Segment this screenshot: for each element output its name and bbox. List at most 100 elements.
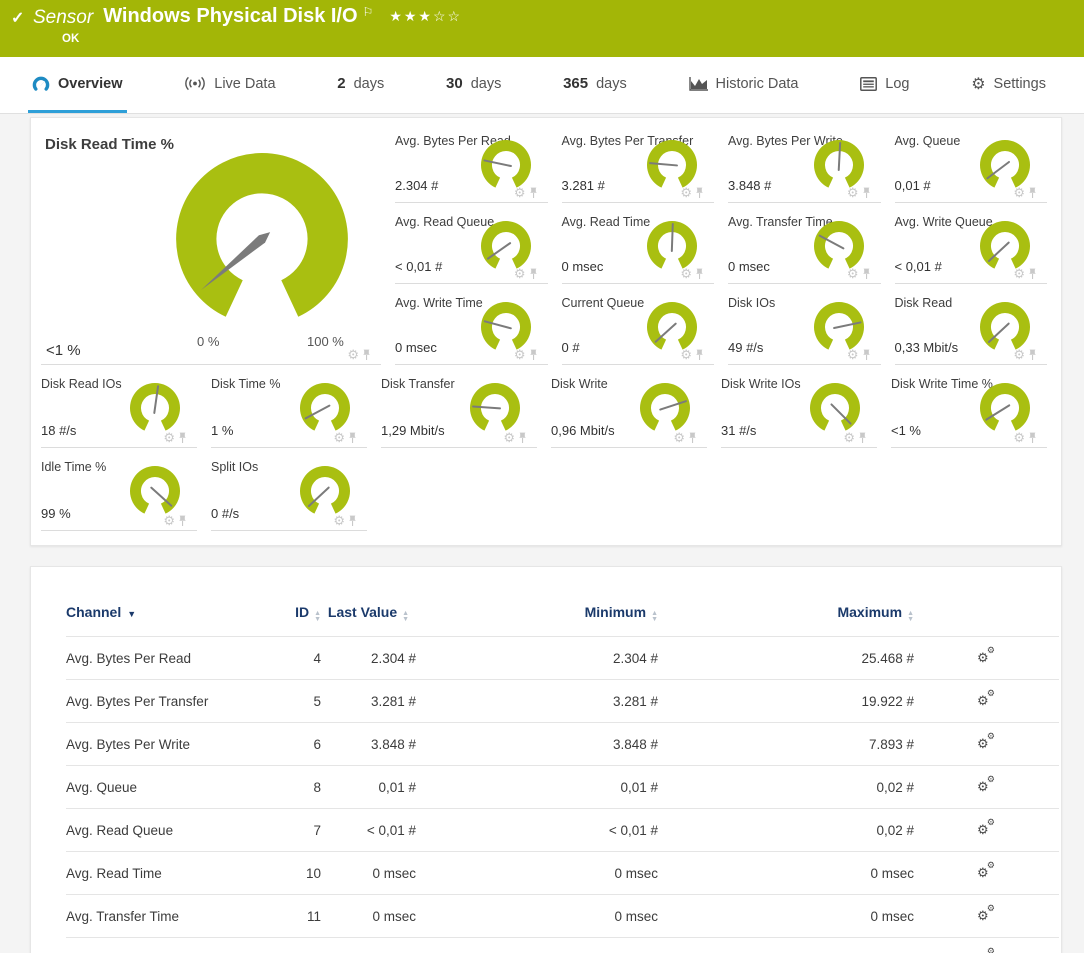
channel-settings-icon[interactable]: ⚙ ⚙ [977,863,996,880]
gauge-settings-gear-icon[interactable]: ⚙ [514,349,526,361]
gauge-tile-avg-bytes-per-read[interactable]: Avg. Bytes Per Read 2.304 # ⚙ [395,122,548,203]
pin-icon[interactable] [695,187,704,199]
pin-icon[interactable] [862,349,871,361]
tab-overview[interactable]: Overview [28,57,127,113]
pin-icon[interactable] [695,268,704,280]
gauge-settings-gear-icon[interactable]: ⚙ [333,515,345,527]
tab-live-data[interactable]: Live Data [180,57,279,113]
gauge-tile-disk-read-ios[interactable]: Disk Read IOs 18 #/s ⚙ [41,365,197,448]
gauge-settings-gear-icon[interactable]: ⚙ [1013,349,1025,361]
gauge-tile-disk-time-[interactable]: Disk Time % 1 % ⚙ [211,365,367,448]
tab-30-days[interactable]: 30 days [442,57,505,113]
flag-icon[interactable]: ⚐ [363,5,374,19]
gauge-tile-avg-read-time[interactable]: Avg. Read Time 0 msec ⚙ [562,203,715,284]
channel-name[interactable]: Avg. Bytes Per Write [66,723,281,766]
gauge-tile-idle-time-[interactable]: Idle Time % 99 % ⚙ [41,448,197,531]
pin-icon[interactable] [1028,432,1037,444]
gauge-tile-disk-ios[interactable]: Disk IOs 49 #/s ⚙ [728,284,881,365]
settings-icon: ⚙ [971,74,985,94]
gauge-tile-avg-read-queue[interactable]: Avg. Read Queue < 0,01 # ⚙ [395,203,548,284]
gauge-tile-avg-bytes-per-write[interactable]: Avg. Bytes Per Write 3.848 # ⚙ [728,122,881,203]
channel-settings-icon[interactable]: ⚙ ⚙ [977,648,996,665]
pin-icon[interactable] [518,432,527,444]
tab-historic-data[interactable]: Historic Data [685,57,803,113]
tab-2-days[interactable]: 2 days [333,57,388,113]
pin-icon[interactable] [529,268,538,280]
gauge-tile-avg-bytes-per-transfer[interactable]: Avg. Bytes Per Transfer 3.281 # ⚙ [562,122,715,203]
channel-gauge-label: Disk IOs [728,296,775,310]
primary-channel-gauge-tile[interactable]: Disk Read Time % 0 % 100 % <1 % ⚙ [41,122,381,365]
channel-name[interactable]: Avg. Queue [66,766,281,809]
pin-icon[interactable] [348,515,357,527]
channel-last-value: 2.304 # [321,637,416,680]
channel-name[interactable]: Avg. Write Queue [66,938,281,953]
pin-icon[interactable] [862,268,871,280]
gauge-tile-avg-queue[interactable]: Avg. Queue 0,01 # ⚙ [895,122,1048,203]
tab-number: 365 [563,75,588,92]
gauge-settings-gear-icon[interactable]: ⚙ [673,432,685,444]
pin-icon[interactable] [1028,268,1037,280]
pin-icon[interactable] [695,349,704,361]
gauge-settings-gear-icon[interactable]: ⚙ [680,349,692,361]
pin-icon[interactable] [862,187,871,199]
gauge-settings-gear-icon[interactable]: ⚙ [1013,432,1025,444]
gauge-settings-gear-icon[interactable]: ⚙ [843,432,855,444]
pin-icon[interactable] [178,432,187,444]
gauge-settings-gear-icon[interactable]: ⚙ [347,349,359,361]
pin-icon[interactable] [348,432,357,444]
gauge-settings-gear-icon[interactable]: ⚙ [1013,187,1025,199]
pin-icon[interactable] [178,515,187,527]
channel-gauge-value: 1 % [211,423,233,438]
gauge-settings-gear-icon[interactable]: ⚙ [1013,268,1025,280]
gauge-settings-gear-icon[interactable]: ⚙ [333,432,345,444]
channel-name[interactable]: Avg. Read Time [66,852,281,895]
column-header-minimum[interactable]: Minimum▲▼ [416,603,658,637]
pin-icon[interactable] [1028,187,1037,199]
gauge-settings-gear-icon[interactable]: ⚙ [514,187,526,199]
gauge-settings-gear-icon[interactable]: ⚙ [680,268,692,280]
tab-log[interactable]: Log [856,57,913,113]
gauge-settings-gear-icon[interactable]: ⚙ [503,432,515,444]
pin-icon[interactable] [529,187,538,199]
column-header-channel[interactable]: Channel▼ [66,603,281,637]
channel-settings-icon[interactable]: ⚙ ⚙ [977,777,996,794]
pin-icon[interactable] [858,432,867,444]
gauge-settings-gear-icon[interactable]: ⚙ [680,187,692,199]
gauge-tile-disk-write-time-[interactable]: Disk Write Time % <1 % ⚙ [891,365,1047,448]
column-header-last-value[interactable]: Last Value▲▼ [321,603,416,637]
channel-maximum: 25.468 # [658,637,914,680]
pin-icon[interactable] [688,432,697,444]
gauge-settings-gear-icon[interactable]: ⚙ [163,515,175,527]
channel-name[interactable]: Avg. Bytes Per Read [66,637,281,680]
pin-icon[interactable] [529,349,538,361]
gauge-tile-avg-transfer-time[interactable]: Avg. Transfer Time 0 msec ⚙ [728,203,881,284]
column-header-id[interactable]: ID▲▼ [281,603,321,637]
star-rating[interactable]: ★★★☆☆ [389,8,462,25]
channel-settings-icon[interactable]: ⚙ ⚙ [977,949,996,953]
channel-settings-icon[interactable]: ⚙ ⚙ [977,906,996,923]
tab-settings[interactable]: ⚙ Settings [967,57,1050,113]
gauge-tile-avg-write-queue[interactable]: Avg. Write Queue < 0,01 # ⚙ [895,203,1048,284]
gauge-tile-avg-write-time[interactable]: Avg. Write Time 0 msec ⚙ [395,284,548,365]
gauge-settings-gear-icon[interactable]: ⚙ [847,268,859,280]
channel-name[interactable]: Avg. Transfer Time [66,895,281,938]
gauge-settings-gear-icon[interactable]: ⚙ [163,432,175,444]
gauge-settings-gear-icon[interactable]: ⚙ [847,349,859,361]
gauge-tile-disk-write-ios[interactable]: Disk Write IOs 31 #/s ⚙ [721,365,877,448]
gauge-tile-current-queue[interactable]: Current Queue 0 # ⚙ [562,284,715,365]
gauge-tile-split-ios[interactable]: Split IOs 0 #/s ⚙ [211,448,367,531]
channel-settings-icon[interactable]: ⚙ ⚙ [977,691,996,708]
gauge-tile-disk-transfer[interactable]: Disk Transfer 1,29 Mbit/s ⚙ [381,365,537,448]
pin-icon[interactable] [362,349,371,361]
channel-settings-icon[interactable]: ⚙ ⚙ [977,820,996,837]
gauge-settings-gear-icon[interactable]: ⚙ [847,187,859,199]
channel-name[interactable]: Avg. Bytes Per Transfer [66,680,281,723]
gauge-settings-gear-icon[interactable]: ⚙ [514,268,526,280]
gauge-tile-disk-write[interactable]: Disk Write 0,96 Mbit/s ⚙ [551,365,707,448]
gauge-tile-disk-read[interactable]: Disk Read 0,33 Mbit/s ⚙ [895,284,1048,365]
pin-icon[interactable] [1028,349,1037,361]
column-header-maximum[interactable]: Maximum▲▼ [658,603,914,637]
channel-settings-icon[interactable]: ⚙ ⚙ [977,734,996,751]
tab-365-days[interactable]: 365 days [559,57,631,113]
channel-name[interactable]: Avg. Read Queue [66,809,281,852]
